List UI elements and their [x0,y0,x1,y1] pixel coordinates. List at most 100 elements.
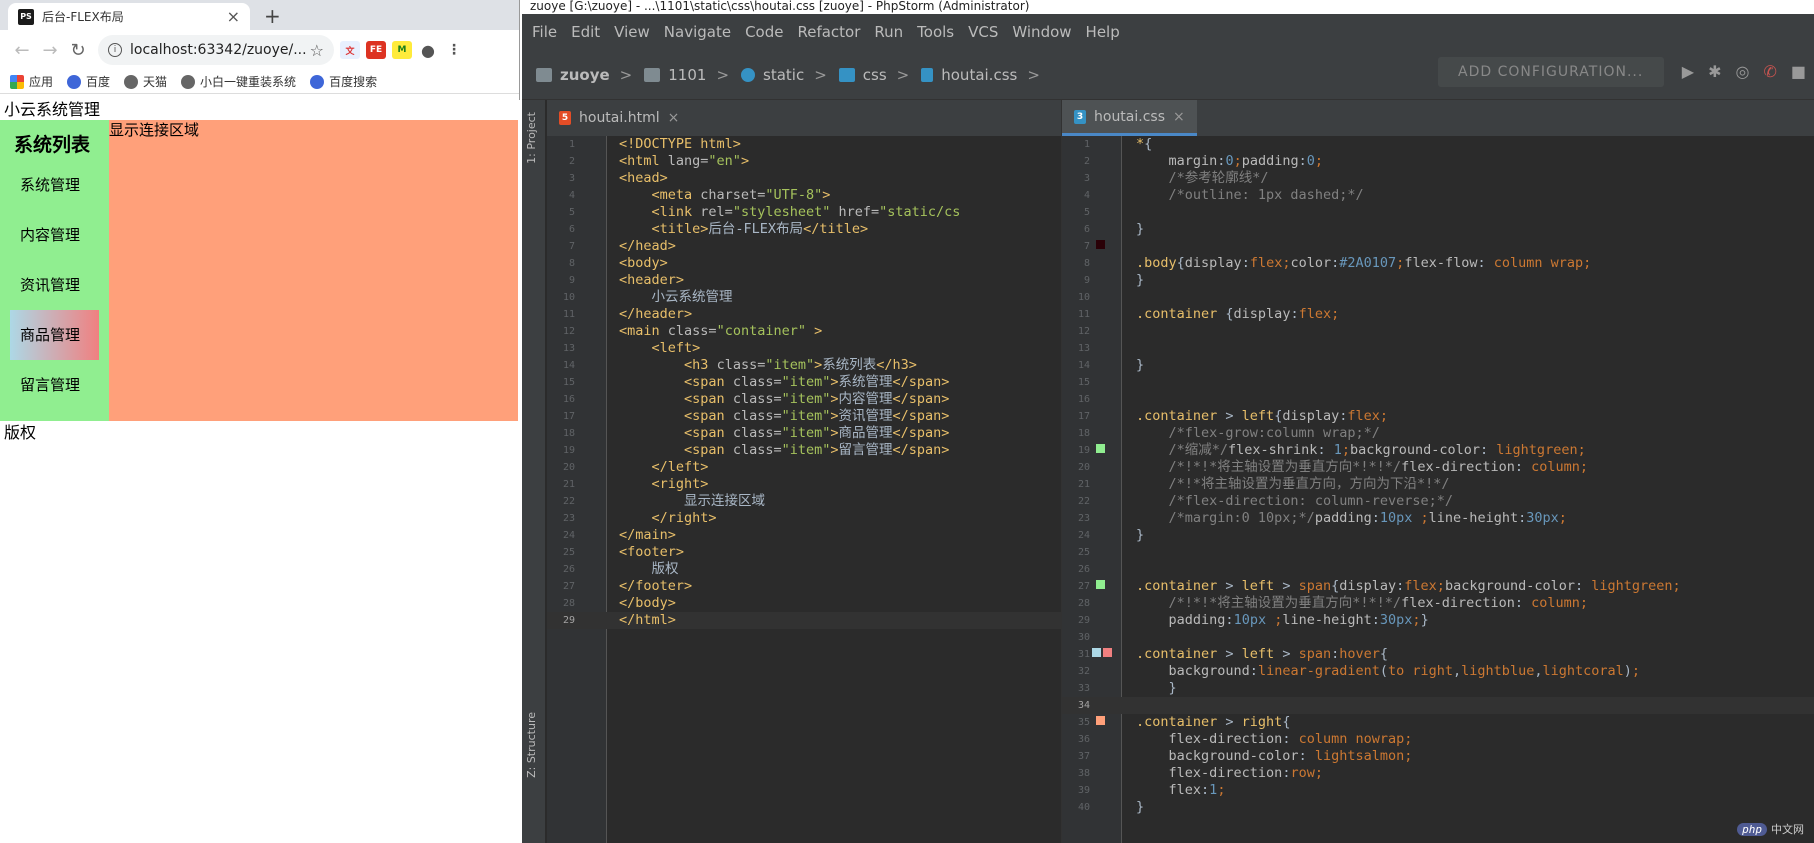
tab-houtai-css[interactable]: 3 houtai.css × [1062,100,1197,136]
folder-icon [536,67,552,82]
crumb-static[interactable]: static > [741,66,827,84]
html-code[interactable]: 1 <!DOCTYPE html> 2 <html lang="en"> 3 <hea… [547,136,1061,843]
crumb-label: houtai.css [941,65,1018,84]
fe-extension-icon[interactable]: FE [366,41,386,59]
menu-code[interactable]: Code [745,23,783,41]
right-content-area: 显示连接区域 [109,120,518,421]
bookmark-label: 百度 [86,75,111,89]
translate-extension-icon[interactable]: 文 [340,41,360,59]
css-editor: 3 houtai.css × 1 *{ 2 margin:0;padding:0;… [1062,100,1814,843]
bookmark-baidu[interactable]: 百度 [67,73,110,90]
menu-view[interactable]: View [614,23,650,41]
editor-area: 5 houtai.html × 1 <!DOCTYPE html> 2 <html … [547,100,1814,843]
run-icon[interactable]: ▶ [1682,62,1694,81]
php-badge: php [1737,823,1767,836]
browser-toolbar: ← → ↻ i localhost:63342/zuoye/... ☆ 文 FE… [0,30,519,70]
page-footer: 版权 [4,423,37,442]
stop-icon[interactable]: ■ [1791,62,1806,81]
menu-item-content[interactable]: 内容管理 [10,210,99,260]
browser-window: PS 后台-FLEX布局 × + ← → ↻ i localhost:63342… [0,0,520,843]
tab-label: houtai.css [1094,108,1166,125]
back-icon[interactable]: ← [8,40,36,61]
html-editor: 5 houtai.html × 1 <!DOCTYPE html> 2 <html … [547,100,1062,843]
info-icon[interactable]: i [108,43,122,57]
baidu-paw-icon [67,74,82,89]
menu-item-goods[interactable]: 商品管理 [10,310,99,360]
folder-icon [838,67,855,82]
menu-window[interactable]: Window [1012,23,1071,41]
page-header: 小云系统管理 [4,100,101,119]
run-toolbar: ▶ ✱ ◎ ✆ ■ [1682,62,1806,81]
globe-icon [181,74,196,89]
reload-icon[interactable]: ↻ [64,40,92,61]
close-icon[interactable]: × [1173,109,1185,125]
menu-refactor[interactable]: Refactor [797,23,860,41]
css-code[interactable]: 1 *{ 2 margin:0;padding:0; 3 /*参考轮廓线*/ 4 … [1062,136,1814,843]
bookmark-tmall[interactable]: 天猫 [124,73,167,90]
bookmark-baidu-search[interactable]: 百度搜索 [310,73,377,90]
php-watermark: php 中文网 [1737,821,1804,837]
run-configuration-select[interactable]: ADD CONFIGURATION... [1438,57,1664,87]
crumb-label: zuoye [560,65,610,84]
structure-tool-button[interactable]: Z: Structure [525,712,538,778]
crumb-label: 1101 [668,65,707,84]
crumb-label: css [862,65,887,84]
menu-item-messages[interactable]: 留言管理 [10,360,99,410]
forward-icon[interactable]: → [36,40,64,61]
bookmark-apps[interactable]: 应用 [10,73,53,90]
new-tab-icon[interactable]: + [264,4,281,28]
close-icon[interactable]: × [227,7,240,26]
browser-tabbar: PS 后台-FLEX布局 × + [0,0,519,30]
project-tool-button[interactable]: 1: Project [525,112,538,164]
tab-houtai-html[interactable]: 5 houtai.html × [547,100,691,136]
menu-item-system[interactable]: 系统管理 [10,160,99,210]
bookmark-xiaobai[interactable]: 小白一键重装系统 [181,73,296,90]
menu-edit[interactable]: Edit [571,23,600,41]
bookmark-star-icon[interactable]: ☆ [310,41,324,60]
chevron-right-icon: > [896,65,910,84]
globe-icon [124,74,139,89]
apps-grid-icon [10,74,24,89]
web-folder-icon [741,67,756,82]
address-bar[interactable]: i localhost:63342/zuoye/... ☆ [98,35,334,65]
crumb-css[interactable]: css > [838,65,910,84]
menu-item-news[interactable]: 资讯管理 [10,260,99,310]
folder-icon [644,67,661,82]
php-listen-icon[interactable]: ✆ [1763,62,1776,81]
chevron-right-icon: > [1027,65,1040,84]
menu-navigate[interactable]: Navigate [664,23,731,41]
css-file-icon: 3 [1074,109,1086,124]
m-extension-icon[interactable]: M [392,41,412,59]
crumb-file[interactable]: houtai.css > [921,66,1040,84]
crumb-1101[interactable]: 1101 > [644,66,729,84]
menu-kebab-icon[interactable]: ⋮ [444,41,464,59]
phpstorm-favicon-icon: PS [18,8,34,25]
html-file-icon: 5 [559,111,571,125]
chevron-right-icon: > [716,65,730,84]
left-menu-title: 系统列表 [14,134,91,156]
baidu-paw-icon [310,74,325,89]
tab-title: 后台-FLEX布局 [42,10,124,24]
tab-label: houtai.html [579,110,660,126]
menu-help[interactable]: Help [1086,23,1120,41]
bookmark-label: 百度搜索 [329,75,378,89]
coverage-icon[interactable]: ◎ [1736,62,1750,81]
page-main-container: 系统列表 系统管理 内容管理 资讯管理 商品管理 留言管理 显示连接区域 [0,120,518,421]
editor-tabs: 3 houtai.css × [1062,100,1814,136]
watermark-text: 中文网 [1771,823,1804,836]
account-icon[interactable]: ● [418,41,438,60]
bookmark-label: 天猫 [143,75,168,89]
menu-run[interactable]: Run [874,23,903,41]
ide-titlebar: zuoye [G:\zuoye] - ...\1101\static\css\h… [522,0,1814,14]
menu-tools[interactable]: Tools [917,23,954,41]
chevron-right-icon: > [814,65,827,84]
browser-tab[interactable]: PS 后台-FLEX布局 × [8,3,250,30]
crumb-zuoye[interactable]: zuoye > [536,66,632,84]
left-menu: 系统列表 系统管理 内容管理 资讯管理 商品管理 留言管理 [0,120,109,421]
tool-window-strip: 1: Project Z: Structure [522,100,546,843]
bookmarks-bar: 应用 百度 天猫 小白一键重装系统 百度搜索 [0,70,519,94]
close-icon[interactable]: × [668,110,680,126]
menu-vcs[interactable]: VCS [968,23,998,41]
debug-icon[interactable]: ✱ [1708,62,1721,81]
menu-file[interactable]: File [532,23,557,41]
